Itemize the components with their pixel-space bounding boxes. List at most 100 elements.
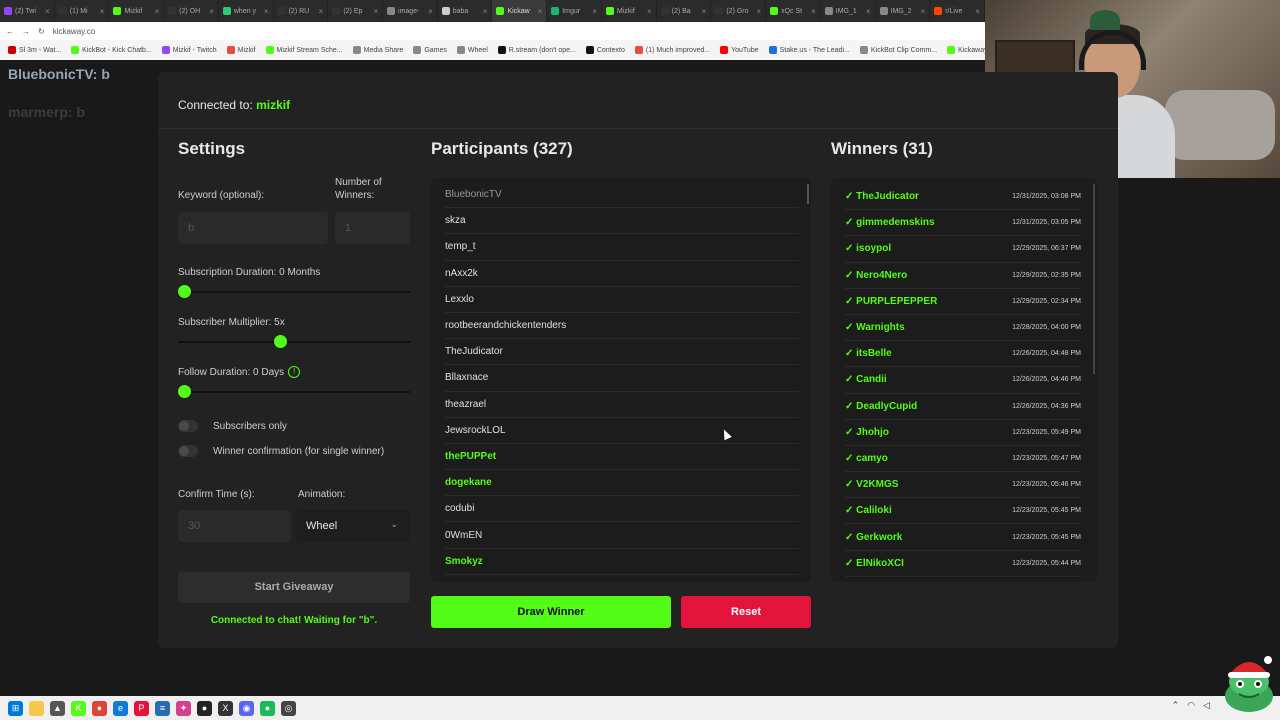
app-dark2-icon[interactable]: X: [218, 700, 233, 716]
discord-icon[interactable]: ◉: [239, 700, 254, 716]
close-icon[interactable]: ×: [975, 7, 980, 16]
chrome-icon[interactable]: ●: [92, 700, 107, 716]
winners-scrollbar[interactable]: [1093, 184, 1095, 374]
app-pink-icon[interactable]: ✦: [176, 700, 191, 716]
browser-tab[interactable]: when y ×: [219, 0, 274, 22]
browser-tab[interactable]: (2) Twi ×: [0, 0, 55, 22]
info-icon[interactable]: !: [288, 366, 301, 379]
bookmark-item[interactable]: Kickaway - Kick Giv...: [947, 46, 985, 54]
bookmark-item[interactable]: YouTube: [720, 46, 759, 54]
browser-tab[interactable]: Kickaw ×: [492, 0, 548, 22]
close-icon[interactable]: ×: [100, 7, 105, 16]
close-icon[interactable]: ×: [264, 7, 269, 16]
browser-tab-bar: (2) Twi × (1) Mi × Mizkif × (2) OH × when y × (2) …: [0, 0, 985, 22]
bookmark-item[interactable]: (1) Much improved...: [634, 46, 710, 54]
file-explorer-icon[interactable]: [29, 700, 44, 716]
close-icon[interactable]: ×: [209, 7, 214, 16]
close-icon[interactable]: ×: [483, 7, 488, 16]
browser-tab[interactable]: image- ×: [383, 0, 438, 22]
chevron-up-icon[interactable]: ⌃: [1172, 700, 1180, 711]
winner-name: ✓ Candii: [845, 374, 887, 386]
browser-tab[interactable]: Imgur ×: [547, 0, 602, 22]
browser-tab[interactable]: IMG_2 ×: [876, 0, 931, 22]
browser-tab[interactable]: Mizkif ×: [602, 0, 657, 22]
close-icon[interactable]: ×: [538, 7, 543, 16]
close-icon[interactable]: ×: [45, 7, 50, 16]
winners-list[interactable]: ✓ TheJudicator 12/31/2025, 03:08 PM ✓ gimm…: [831, 178, 1097, 582]
subscriber-multiplier-label: Subscriber Multiplier: 5x: [178, 317, 285, 328]
app-red-icon[interactable]: P: [134, 700, 149, 716]
browser-tab[interactable]: Mizkif ×: [109, 0, 165, 22]
browser-tab[interactable]: baba ×: [438, 0, 493, 22]
winner-date: 12/23/2025, 05:45 PM: [1012, 533, 1081, 541]
subscribers-only-toggle[interactable]: [178, 420, 198, 432]
browser-tab[interactable]: (2) Ep ×: [328, 0, 384, 22]
close-icon[interactable]: ×: [154, 7, 159, 16]
app-icon[interactable]: ▲: [50, 700, 65, 716]
participants-scrollbar[interactable]: [807, 184, 809, 204]
winner-date: 12/31/2025, 03:05 PM: [1012, 219, 1081, 227]
winner-confirmation-toggle[interactable]: [178, 445, 198, 457]
slider-thumb[interactable]: [178, 285, 191, 298]
browser-tab[interactable]: (2) OH ×: [164, 0, 219, 22]
keyword-input[interactable]: b: [178, 212, 328, 244]
bookmark-favicon-icon: [265, 46, 274, 54]
close-icon[interactable]: ×: [428, 7, 433, 16]
reload-icon[interactable]: ↻: [38, 27, 45, 36]
bookmark-item[interactable]: Media Share: [352, 46, 403, 54]
address-bar[interactable]: ← → ↻ kickaway.co: [0, 22, 985, 40]
bookmark-item[interactable]: Wheel: [456, 46, 488, 54]
close-icon[interactable]: ×: [373, 7, 378, 16]
close-icon[interactable]: ×: [866, 7, 871, 16]
wifi-icon[interactable]: ◠: [1187, 700, 1195, 711]
browser-tab[interactable]: xQc St ×: [766, 0, 821, 22]
bookmark-item[interactable]: Mizkif: [226, 46, 256, 54]
close-icon[interactable]: ×: [811, 7, 816, 16]
close-icon[interactable]: ×: [592, 7, 597, 16]
edge-icon[interactable]: e: [113, 700, 128, 716]
bookmark-item[interactable]: Mizkif Stream Sche...: [265, 46, 343, 54]
bookmark-item[interactable]: Games: [413, 46, 447, 54]
obs-icon[interactable]: ◎: [281, 700, 296, 716]
bookmark-item[interactable]: KickBot Clip Comm...: [859, 46, 937, 54]
slider-thumb[interactable]: [178, 385, 191, 398]
forward-icon[interactable]: →: [22, 27, 30, 36]
bookmark-label: Stake.us - The Leadi...: [779, 46, 850, 54]
app-blue-icon[interactable]: ≡: [155, 700, 170, 716]
browser-tab[interactable]: r/Live ×: [930, 0, 985, 22]
close-icon[interactable]: ×: [647, 7, 652, 16]
spotify-icon[interactable]: ●: [260, 700, 275, 716]
bookmark-item[interactable]: Contexto: [585, 46, 625, 54]
bookmark-item[interactable]: Sl 3m - Wat...: [8, 46, 61, 54]
bookmark-item[interactable]: KickBot - Kick Chatb...: [71, 46, 152, 54]
app-dark-icon[interactable]: ●: [197, 700, 212, 716]
animation-select[interactable]: Wheel ⌄: [296, 510, 410, 542]
close-icon[interactable]: ×: [756, 7, 761, 16]
browser-tab[interactable]: (2) RU ×: [274, 0, 329, 22]
browser-tab[interactable]: (2) Gro ×: [711, 0, 767, 22]
subscriber-multiplier-slider[interactable]: [178, 335, 410, 348]
confirm-time-input[interactable]: 30: [178, 510, 291, 542]
speaker-icon[interactable]: ◁: [1203, 700, 1210, 711]
windows-start-icon[interactable]: ⊞: [8, 700, 23, 716]
browser-tab[interactable]: (2) Ba ×: [657, 0, 712, 22]
close-icon[interactable]: ×: [319, 7, 324, 16]
browser-tab[interactable]: (1) Mi ×: [55, 0, 110, 22]
kick-icon[interactable]: K: [71, 700, 86, 716]
participants-list[interactable]: BluebonicTV skza temp_t nAxx2k Lexxlo rootbee…: [431, 178, 811, 582]
bookmark-item[interactable]: Mizkif - Twitch: [161, 46, 217, 54]
bookmark-item[interactable]: R.stream (don't ope...: [497, 46, 576, 54]
close-icon[interactable]: ×: [921, 7, 926, 16]
bookmark-item[interactable]: Stake.us - The Leadi...: [768, 46, 850, 54]
browser-tab[interactable]: IMG_1 ×: [821, 0, 876, 22]
subscription-duration-slider[interactable]: [178, 285, 410, 298]
url-text[interactable]: kickaway.co: [53, 27, 96, 36]
draw-winner-button[interactable]: Draw Winner: [431, 596, 671, 628]
winners-count-input[interactable]: 1: [335, 212, 410, 244]
back-icon[interactable]: ←: [6, 27, 14, 36]
slider-thumb[interactable]: [274, 335, 288, 348]
reset-button[interactable]: Reset: [681, 596, 811, 628]
start-giveaway-button[interactable]: Start Giveaway: [178, 572, 410, 603]
close-icon[interactable]: ×: [702, 7, 707, 16]
follow-duration-slider[interactable]: [178, 385, 410, 398]
